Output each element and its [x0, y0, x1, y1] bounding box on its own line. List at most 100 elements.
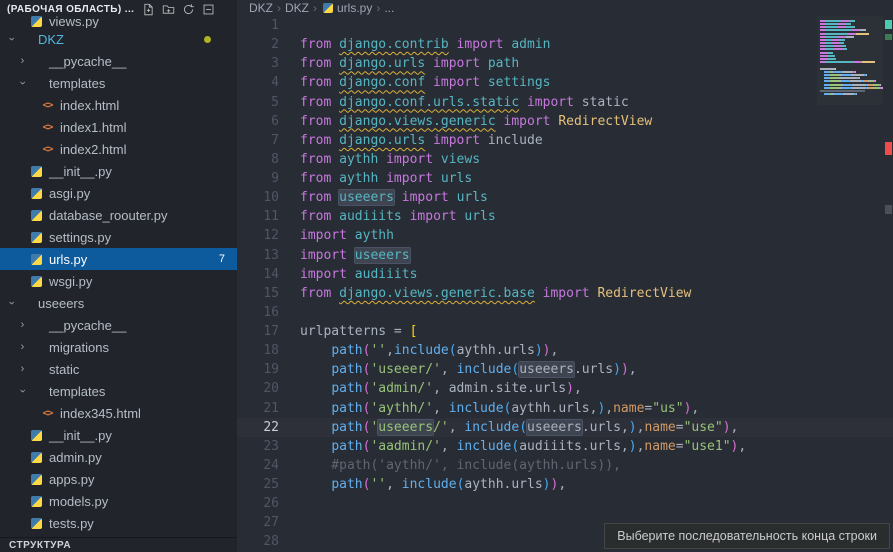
- overview-ruler-scrollbar[interactable]: [884, 0, 893, 552]
- tree-folder-templates[interactable]: › templates: [0, 380, 237, 402]
- tree-file-settings.py[interactable]: settings.py: [0, 226, 237, 248]
- html-file-icon: <>: [40, 144, 55, 155]
- breadcrumb-item[interactable]: urls.py: [337, 1, 372, 15]
- tree-item-label: templates: [49, 384, 105, 399]
- tree-item-label: __pycache__: [49, 54, 126, 69]
- code-line[interactable]: 21 path('aythh/', include(aythh.urls,),n…: [237, 399, 893, 418]
- tree-file-index345.html[interactable]: <>index345.html: [0, 402, 237, 424]
- line-number: 18: [237, 341, 279, 360]
- tree-file-urls.py[interactable]: urls.py7: [0, 248, 237, 270]
- tree-file-__init__.py[interactable]: __init__.py: [0, 160, 237, 182]
- line-number: 20: [237, 379, 279, 398]
- tree-folder-templates[interactable]: ›templates: [0, 72, 237, 94]
- python-file-icon: [29, 452, 44, 463]
- tree-file-views.py[interactable]: views.py: [0, 14, 237, 28]
- tree-folder-migrations[interactable]: ›migrations: [0, 336, 237, 358]
- tree-item-label: useeers: [38, 296, 84, 311]
- tree-folder-DKZ[interactable]: ›DKZ: [0, 28, 237, 50]
- explorer-section-header[interactable]: (РАБОЧАЯ ОБЛАСТЬ) ...: [0, 0, 237, 16]
- code-line[interactable]: 9from aythh import urls: [237, 169, 893, 188]
- new-file-icon[interactable]: [142, 3, 155, 16]
- line-number: 24: [237, 456, 279, 475]
- code-line[interactable]: 6from django.views.generic import Redire…: [237, 112, 893, 131]
- tree-file-apps.py[interactable]: apps.py: [0, 468, 237, 490]
- refresh-icon[interactable]: [182, 3, 195, 16]
- line-number: 16: [237, 303, 279, 322]
- code-line[interactable]: 20 path('admin/', admin.site.urls),: [237, 379, 893, 398]
- minimap[interactable]: [817, 16, 883, 105]
- overview-ruler-mark: [885, 142, 892, 155]
- tree-folder-__pycache__[interactable]: ›__pycache__: [0, 50, 237, 72]
- breadcrumb-item[interactable]: DKZ: [249, 1, 273, 15]
- code-line[interactable]: 16: [237, 303, 893, 322]
- code-line[interactable]: 8from aythh import views: [237, 150, 893, 169]
- code-line[interactable]: 14import audiiits: [237, 265, 893, 284]
- code-line[interactable]: 1: [237, 16, 893, 35]
- code-line[interactable]: 7from django.urls import include: [237, 131, 893, 150]
- tree-file-asgi.py[interactable]: asgi.py: [0, 182, 237, 204]
- tree-item-label: asgi.py: [49, 186, 90, 201]
- breadcrumb-separator-icon: ›: [277, 1, 281, 15]
- tree-file-index.html[interactable]: <>index.html: [0, 94, 237, 116]
- file-tree: views.py›DKZ›__pycache__›templates<>inde…: [0, 14, 237, 534]
- chevron-right-icon: ›: [16, 341, 29, 353]
- code-line[interactable]: 17urlpatterns = [: [237, 322, 893, 341]
- line-number: 8: [237, 150, 279, 169]
- line-number: 19: [237, 360, 279, 379]
- tree-file-tests.py[interactable]: tests.py: [0, 512, 237, 534]
- line-number: 12: [237, 226, 279, 245]
- tree-file-models.py[interactable]: models.py: [0, 490, 237, 512]
- code-line[interactable]: 18 path('',include(aythh.urls)),: [237, 341, 893, 360]
- breadcrumb-item[interactable]: ...: [384, 1, 394, 15]
- tree-file-database_roouter.py[interactable]: database_roouter.py: [0, 204, 237, 226]
- tree-file-admin.py[interactable]: admin.py: [0, 446, 237, 468]
- code-line[interactable]: 11from audiiits import urls: [237, 207, 893, 226]
- python-file-icon: [29, 474, 44, 485]
- line-number: 17: [237, 322, 279, 341]
- html-file-icon: <>: [40, 408, 55, 419]
- breadcrumb: DKZ›DKZ›urls.py›...: [237, 0, 893, 16]
- tree-item-label: wsgi.py: [49, 274, 92, 289]
- code-line[interactable]: 4from django.conf import settings: [237, 73, 893, 92]
- tree-folder-static[interactable]: ›static: [0, 358, 237, 380]
- breadcrumb-item[interactable]: DKZ: [285, 1, 309, 15]
- line-number: 4: [237, 73, 279, 92]
- code-line[interactable]: 15from django.views.generic.base import …: [237, 284, 893, 303]
- overview-ruler-mark: [885, 34, 892, 40]
- code-line[interactable]: 26: [237, 494, 893, 513]
- code-line[interactable]: 10from useeers import urls: [237, 188, 893, 207]
- chevron-right-icon: ›: [16, 319, 29, 331]
- line-number: 13: [237, 246, 279, 265]
- chevron-down-icon: ›: [17, 385, 29, 398]
- eol-sequence-tooltip: Выберите последовательность конца строки: [604, 523, 890, 549]
- line-number: 10: [237, 188, 279, 207]
- tree-folder-useeers[interactable]: ›useeers: [0, 292, 237, 314]
- code-line[interactable]: 22 path('useeers/', include(useeers.urls…: [237, 418, 893, 437]
- code-line[interactable]: 13import useeers: [237, 246, 893, 265]
- tree-folder-__pycache__[interactable]: ›__pycache__: [0, 314, 237, 336]
- code-line[interactable]: 5from django.conf.urls.static import sta…: [237, 93, 893, 112]
- line-number: 2: [237, 35, 279, 54]
- code-line[interactable]: 25 path('', include(aythh.urls)),: [237, 475, 893, 494]
- tree-file-__init__.py[interactable]: __init__.py: [0, 424, 237, 446]
- outline-section-header[interactable]: СТРУКТУРА: [0, 537, 237, 552]
- code-line[interactable]: 2from django.contrib import admin: [237, 35, 893, 54]
- python-file-icon: [29, 276, 44, 287]
- tree-file-index2.html[interactable]: <>index2.html: [0, 138, 237, 160]
- code-line[interactable]: 12import aythh: [237, 226, 893, 245]
- code-line[interactable]: 19 path('useeer/', include(useeers.urls)…: [237, 360, 893, 379]
- line-number: 3: [237, 54, 279, 73]
- tree-file-index1.html[interactable]: <>index1.html: [0, 116, 237, 138]
- tree-file-wsgi.py[interactable]: wsgi.py: [0, 270, 237, 292]
- code-line[interactable]: 3from django.urls import path: [237, 54, 893, 73]
- workspace-title: (РАБОЧАЯ ОБЛАСТЬ) ...: [7, 4, 134, 15]
- chevron-down-icon: ›: [17, 77, 29, 90]
- tree-item-label: index.html: [60, 98, 119, 113]
- new-folder-icon[interactable]: [162, 3, 175, 16]
- code-view[interactable]: 12from django.contrib import admin3from …: [237, 16, 893, 552]
- code-line[interactable]: 24 #path('aythh/', include(aythh.urls)),: [237, 456, 893, 475]
- chevron-right-icon: ›: [16, 363, 29, 375]
- code-line[interactable]: 23 path('aadmin/', include(audiiits.urls…: [237, 437, 893, 456]
- tree-item-label: views.py: [49, 14, 99, 28]
- collapse-all-icon[interactable]: [202, 3, 215, 16]
